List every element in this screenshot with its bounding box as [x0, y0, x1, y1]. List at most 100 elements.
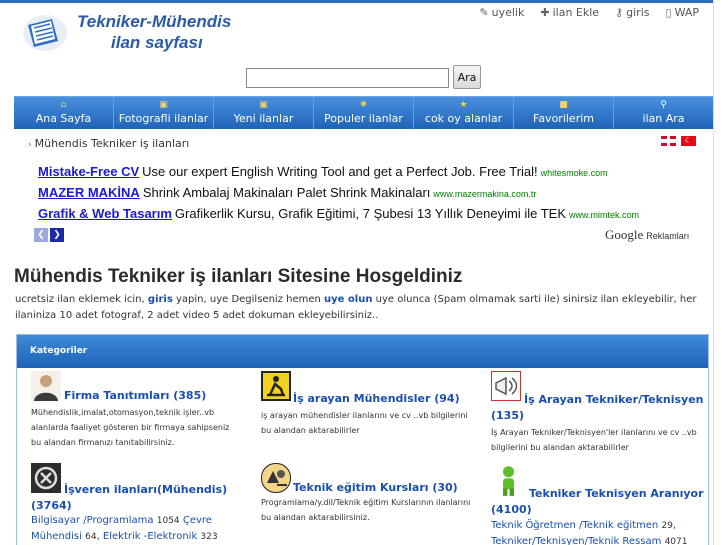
nav-label: Populer ilanlar	[324, 112, 403, 125]
nav-label: cok oy alanlar	[424, 112, 503, 125]
category-company: Firma Tanıtımları (385) Mühendislik,imal…	[17, 368, 247, 458]
new-icon: ▣	[259, 100, 268, 110]
page-title: Mühendis Tekniker iş ilanları Sitesine H…	[14, 266, 463, 287]
ad-text: Grafikerlik Kursu, Grafik Eğitimi, 7 Şub…	[174, 206, 567, 221]
google-ads-text: Reklamları	[646, 231, 690, 241]
nav-home[interactable]: ⌂ Ana Sayfa	[14, 97, 114, 129]
search-button[interactable]: Ara	[453, 65, 481, 89]
search-bar: Ara	[246, 65, 481, 89]
star-icon: ★	[459, 100, 468, 110]
subcategory-list: Bilgisayar /Programlama 1054 Çevre Mühen…	[31, 515, 218, 542]
ad-block: Mistake-Free CV Use our expert English W…	[38, 164, 698, 227]
ad-title-link[interactable]: MAZER MAKİNA	[38, 185, 140, 200]
category-title-link[interactable]: Teknik eğitim Kursları (30)	[293, 480, 458, 496]
breadcrumb-link[interactable]: Mühendis Tekniker iş ilanları	[35, 137, 190, 150]
top-strip	[0, 0, 727, 3]
person-icon	[31, 371, 61, 401]
category-technicians-wanted: Tekniker Teknisyen Aranıyor (4100) Tekni…	[491, 462, 709, 545]
mobile-icon: ▯	[665, 6, 672, 19]
nav-label: Favorilerim	[533, 112, 594, 125]
ad-url[interactable]: whitesmoke.com	[541, 168, 608, 178]
english-flag-icon[interactable]	[661, 136, 676, 146]
popular-icon: ✸	[359, 100, 368, 110]
top-links: ✎ uyelik ✚ ilan Ekle ⚷ giris ▯ WAP	[479, 6, 699, 19]
nav-new-listings[interactable]: ▣ Yeni ilanlar	[214, 97, 314, 129]
add-listing-link[interactable]: ✚ ilan Ekle	[540, 6, 599, 19]
category-title-link[interactable]: İş arayan Mühendisler (94)	[293, 391, 460, 407]
category-description: İş Arayan Tekniker/Teknisyen'ler ilanlar…	[491, 428, 697, 452]
turkish-flag-icon[interactable]: ☾	[681, 136, 696, 146]
ad-title-link[interactable]: Grafik & Web Tasarım	[38, 206, 172, 221]
magnifier-icon: ⚲	[660, 100, 667, 110]
nav-label: ilan Ara	[642, 112, 685, 125]
ad-title-link[interactable]: Mistake-Free CV	[38, 164, 139, 179]
category-description: iş arayan mühendisler ilanlarını ve cv .…	[261, 411, 468, 435]
wap-link[interactable]: ▯ WAP	[666, 6, 700, 19]
category-count-link[interactable]: (3764)	[31, 498, 72, 514]
site-logo[interactable]: Tekniker-Mühendis ilan sayfası	[22, 8, 252, 56]
login-link[interactable]: ⚷ giris	[615, 6, 649, 19]
subcategory-link[interactable]: Tekniker/Teknisyen/Teknik Ressam	[491, 536, 661, 545]
register-inline-link[interactable]: uye olun	[324, 294, 372, 305]
category-title-link[interactable]: İşveren ilanları(Mühendis)	[64, 482, 227, 498]
nav-search[interactable]: ⚲ ilan Ara	[614, 97, 713, 129]
subcategory-link[interactable]: Bilgisayar /Programlama	[31, 515, 154, 526]
logo-icon	[23, 15, 67, 51]
subcategory-count: 29	[661, 521, 673, 531]
add-listing-label: ilan Ekle	[552, 6, 600, 19]
breadcrumb-arrow-icon: ›	[28, 140, 32, 150]
category-title-link[interactable]: Firma Tanıtımları (385)	[64, 388, 206, 404]
home-icon: ⌂	[60, 100, 67, 110]
category-title-link[interactable]: İş Arayan Tekniker/Teknisyen	[524, 392, 704, 408]
category-count-link[interactable]: (135)	[491, 408, 524, 424]
category-title-link[interactable]: Tekniker Teknisyen Aranıyor	[529, 486, 704, 502]
subcategory-count: 4071	[664, 537, 688, 545]
subcategory-count: 323	[200, 532, 218, 542]
pencil-icon: ✎	[479, 6, 489, 19]
subcategory-count: 64	[85, 532, 97, 542]
favorites-icon: ■	[559, 100, 568, 110]
category-count-link[interactable]: (4100)	[491, 502, 532, 518]
ad-pager: ❮ ❯	[34, 228, 64, 242]
breadcrumb: › Mühendis Tekniker iş ilanları	[28, 137, 189, 150]
ad-url[interactable]: www.mazermakina.com.tr	[433, 189, 536, 199]
login-label: giris	[626, 6, 650, 19]
ad-url[interactable]: www.mimtek.com	[569, 210, 639, 220]
categories-panel: Kategoriler Firma Tanıtımları (385) Mühe…	[16, 334, 709, 545]
main-nav: ⌂ Ana Sayfa ▣ Fotografli ilanlar ▣ Yeni …	[14, 96, 713, 129]
category-employer-engineers: İşveren ilanları(Mühendis) (3764) Bilgis…	[17, 462, 257, 545]
login-inline-link[interactable]: giris	[148, 294, 173, 305]
nav-label: Ana Sayfa	[35, 112, 92, 125]
categories-header: Kategoriler	[17, 335, 708, 368]
ad-next-button[interactable]: ❯	[50, 228, 64, 242]
ad-row: MAZER MAKİNA Shrink Ambalaj Makinaları P…	[38, 185, 698, 206]
welcome-text-part: ucretsiz ilan eklemek icin,	[15, 294, 148, 305]
nav-photo-listings[interactable]: ▣ Fotografli ilanlar	[114, 97, 214, 129]
uyelik-link[interactable]: ✎ uyelik	[479, 6, 524, 19]
ad-text: Use our expert English Writing Tool and …	[142, 164, 538, 179]
search-input[interactable]	[246, 68, 449, 88]
nav-most-voted[interactable]: ★ cok oy alanlar	[414, 97, 514, 129]
add-listing-icon: ✚	[540, 6, 550, 19]
uyelik-label: uyelik	[491, 6, 525, 19]
category-engineers-seeking: İş arayan Mühendisler (94) iş arayan müh…	[261, 368, 489, 458]
nav-popular-listings[interactable]: ✸ Populer ilanlar	[314, 97, 414, 129]
subcategory-count: 1054	[156, 516, 180, 526]
ad-row: Mistake-Free CV Use our expert English W…	[38, 164, 698, 185]
google-ads-label[interactable]: Google Reklamları	[605, 227, 689, 243]
subcategory-link[interactable]: Teknik Öğretmen /Teknik eğitmen	[491, 520, 658, 531]
language-flags: ☾	[661, 136, 696, 146]
logo-title: Tekniker-Mühendis	[77, 12, 232, 31]
nav-label: Yeni ilanlar	[233, 112, 294, 125]
subcategory-link[interactable]: Elektrik -Elektronik	[103, 531, 197, 542]
category-description: Mühendislik,imalat,otomasyon,teknik işle…	[31, 408, 230, 447]
wap-label: WAP	[674, 6, 699, 19]
nav-favorites[interactable]: ■ Favorilerim	[514, 97, 614, 129]
category-description: Programlama/y.dil/Teknik eğitim Kursları…	[261, 498, 471, 522]
ad-prev-button[interactable]: ❮	[34, 228, 48, 242]
worker-sign-icon	[261, 371, 291, 401]
ad-row: Grafik & Web Tasarım Grafikerlik Kursu, …	[38, 206, 698, 227]
nav-label: Fotografli ilanlar	[118, 112, 209, 125]
categories-grid: Firma Tanıtımları (385) Mühendislik,imal…	[17, 368, 709, 545]
ad-text: Shrink Ambalaj Makinaları Palet Shrink M…	[142, 185, 431, 200]
